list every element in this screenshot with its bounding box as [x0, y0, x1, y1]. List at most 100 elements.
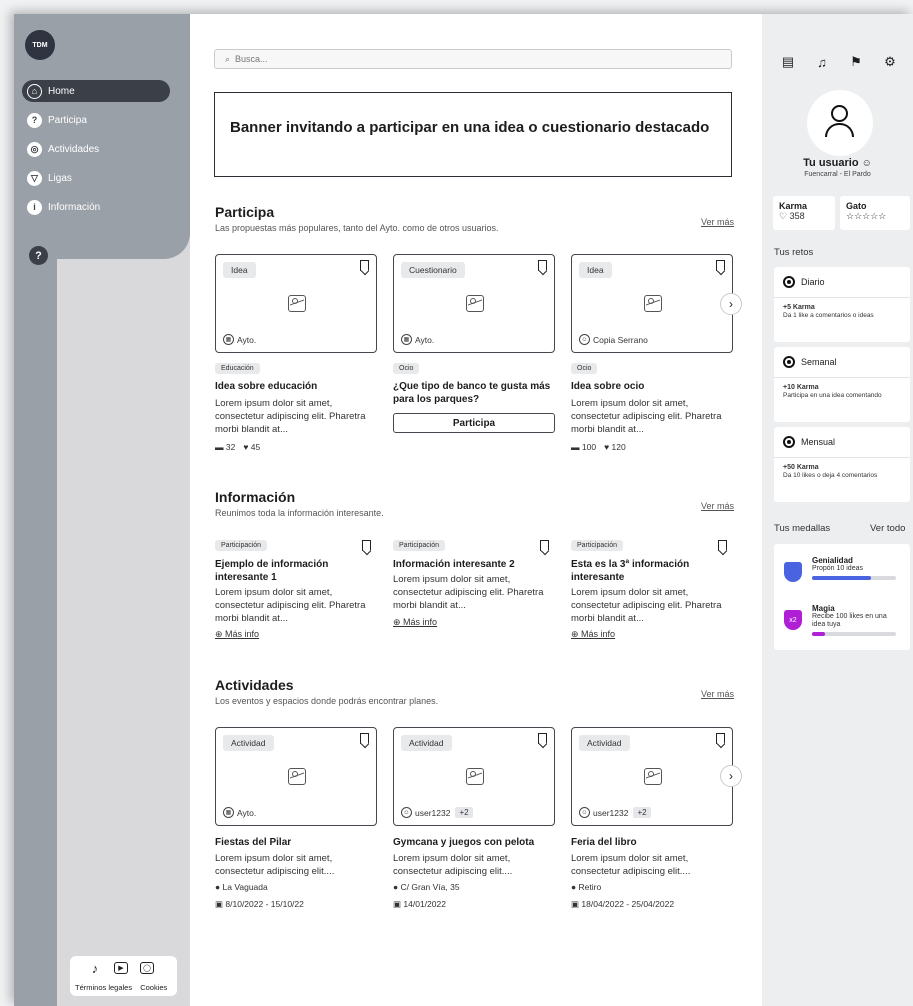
- karma-label: Karma: [779, 201, 808, 211]
- actividad-card[interactable]: Actividad ▦ Ayto.: [215, 727, 377, 826]
- user-head-icon: [831, 105, 848, 122]
- mas-info-label: Más info: [225, 629, 260, 639]
- actividad-card[interactable]: Actividad ☺ user1232 +2: [571, 727, 733, 826]
- card-title[interactable]: ¿Que tipo de banco te gusta más para los…: [393, 380, 561, 406]
- participa-button[interactable]: Participa: [393, 413, 555, 433]
- logo[interactable]: TDM: [25, 30, 55, 60]
- ver-mas-link[interactable]: Ver más: [701, 689, 734, 699]
- mas-info-link[interactable]: ⊕ Más info: [393, 617, 437, 628]
- top-actions: ▤ ♫ ⚑ ⚙: [781, 54, 897, 70]
- activity-description: Lorem ipsum dolor sit amet, consectetur …: [215, 853, 335, 877]
- mas-info-link[interactable]: ⊕ Más info: [571, 629, 615, 640]
- bookmark-icon[interactable]: [362, 540, 371, 551]
- extra-participants-badge: +2: [633, 807, 651, 818]
- medal-shield-icon: x2: [784, 610, 802, 630]
- city-hall-icon: ▦: [223, 334, 234, 345]
- reto-card[interactable]: Mensual +50 Karma Da 10 likes o deja 4 co…: [774, 427, 910, 502]
- reto-card[interactable]: Diario +5 Karma Da 1 like a comentarios o…: [774, 267, 910, 342]
- city-hall-icon: ▦: [401, 334, 412, 345]
- sidebar-item-participa[interactable]: ? Participa: [22, 109, 87, 131]
- karma-number: 358: [789, 211, 805, 221]
- bookmark-icon[interactable]: [360, 260, 369, 271]
- gear-icon[interactable]: ⚙: [883, 54, 897, 69]
- section-title: Participa: [215, 204, 275, 220]
- sidebar-item-ligas[interactable]: ▽ Ligas: [22, 167, 72, 189]
- home-icon: ⌂: [27, 83, 42, 99]
- activity-dates: ▣ 18/04/2022 - 25/04/2022: [571, 899, 674, 910]
- search-input[interactable]: ⌕ Busca...: [214, 49, 732, 69]
- sidebar-item-label: Ligas: [48, 172, 72, 184]
- participa-card[interactable]: Idea ▦ Ayto.: [215, 254, 377, 353]
- section-title: Actividades: [215, 677, 294, 693]
- bell-icon[interactable]: ♫: [815, 55, 829, 70]
- card-author: ☺ user1232 +2: [579, 807, 651, 818]
- section-title: Información: [215, 489, 296, 505]
- avatar[interactable]: [807, 90, 873, 156]
- info-title[interactable]: Ejemplo de información interesante 1: [215, 558, 383, 584]
- participa-card[interactable]: Idea ☺ Copia Serrano: [571, 254, 733, 353]
- featured-banner[interactable]: Banner invitando a participar en una ide…: [214, 92, 732, 177]
- user-body-icon: [825, 123, 854, 137]
- ver-mas-link[interactable]: Ver más: [701, 217, 734, 227]
- next-arrow-icon[interactable]: ›: [720, 765, 742, 787]
- medal-item[interactable]: x2 Magia Recibe 100 likes en una idea tu…: [784, 604, 900, 636]
- author-name: Ayto.: [237, 334, 257, 345]
- image-placeholder-icon: [288, 295, 306, 312]
- dates-value: 14/01/2022: [403, 899, 446, 909]
- info-title[interactable]: Información interesante 2: [393, 558, 561, 571]
- sidebar: TDM ⌂ Home ? Participa ◎ Actividades ▽ L…: [14, 14, 190, 1006]
- user-icon: ☺: [579, 807, 590, 818]
- reto-card[interactable]: Semanal +10 Karma Participa en una idea c…: [774, 347, 910, 422]
- info-icon: i: [27, 199, 42, 215]
- activity-description: Lorem ipsum dolor sit amet, consectetur …: [571, 853, 691, 877]
- user-name-text: Tu usuario: [803, 157, 859, 169]
- activity-dates: ▣ 8/10/2022 - 15/10/22: [215, 899, 304, 910]
- bookmark-icon[interactable]: [538, 733, 547, 744]
- bookmark-icon[interactable]: [538, 260, 547, 271]
- medal-item[interactable]: Genialidad Propón 10 ideas: [784, 556, 896, 582]
- mas-info-link[interactable]: ⊕ Más info: [215, 629, 259, 640]
- help-icon[interactable]: ?: [29, 246, 48, 265]
- tiktok-icon[interactable]: ♪: [88, 961, 102, 976]
- sidebar-item-informacion[interactable]: i Información: [22, 196, 100, 218]
- youtube-icon[interactable]: ▶: [114, 962, 128, 974]
- card-title[interactable]: Idea sobre ocio: [571, 380, 739, 393]
- map-pin-icon: ●: [571, 882, 577, 892]
- user-location: Fuencarral - El Pardo: [804, 171, 871, 178]
- activity-title[interactable]: Gymcana y juegos con pelota: [393, 836, 561, 849]
- actividad-card[interactable]: Actividad ☺ user1232 +2: [393, 727, 555, 826]
- author-name: Ayto.: [415, 334, 435, 345]
- sidebar-item-home[interactable]: ⌂ Home: [22, 80, 170, 102]
- card-tag: Actividad: [223, 735, 274, 751]
- card-title[interactable]: Idea sobre educación: [215, 380, 383, 393]
- sidebar-item-actividades[interactable]: ◎ Actividades: [22, 138, 99, 160]
- ver-mas-link[interactable]: Ver más: [701, 501, 734, 511]
- user-icon: ☺: [401, 807, 412, 818]
- next-arrow-icon[interactable]: ›: [720, 293, 742, 315]
- bookmark-icon[interactable]: [718, 540, 727, 551]
- calendar-icon: ▣: [393, 899, 402, 909]
- bookmark-icon[interactable]: [360, 733, 369, 744]
- bookmark-icon[interactable]: [716, 260, 725, 271]
- info-category: Participación: [215, 540, 268, 551]
- card-category: Ocio: [571, 363, 598, 374]
- reto-period: Mensual: [801, 437, 836, 447]
- section-subtitle: Reunimos toda la información interesante…: [215, 508, 384, 518]
- activity-title[interactable]: Fiestas del Pilar: [215, 836, 383, 849]
- social-links: ♪ ▶ ◯: [88, 961, 154, 976]
- bookmark-icon[interactable]: [540, 540, 549, 551]
- author-name: Ayto.: [237, 807, 257, 818]
- activity-title[interactable]: Feria del libro: [571, 836, 739, 849]
- instagram-icon[interactable]: ◯: [140, 962, 154, 974]
- cookies-link[interactable]: Cookies: [140, 983, 167, 992]
- terms-link[interactable]: Términos legales: [75, 983, 132, 992]
- bookmark-icon[interactable]: [716, 733, 725, 744]
- image-placeholder-icon: [466, 768, 484, 785]
- info-title[interactable]: Esta es la 3ª información interesante: [571, 558, 739, 584]
- medal-progress-fill: [812, 576, 871, 580]
- clipboard-icon[interactable]: ▤: [781, 54, 795, 69]
- participa-card[interactable]: Cuestionario ▦ Ayto.: [393, 254, 555, 353]
- reto-period: Diario: [801, 277, 825, 287]
- ver-todo-link[interactable]: Ver todo: [870, 523, 905, 534]
- bookmark-icon[interactable]: ⚑: [849, 54, 863, 69]
